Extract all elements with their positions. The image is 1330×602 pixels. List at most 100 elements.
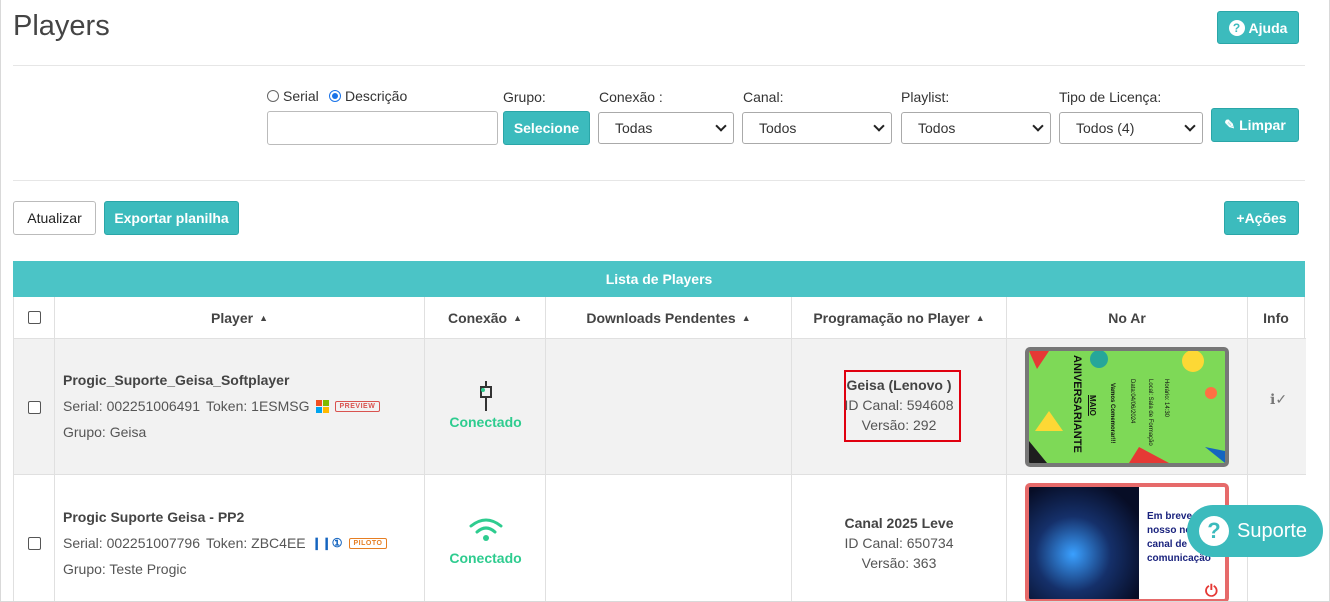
windows-icon bbox=[315, 399, 329, 413]
grupo-label: Grupo: bbox=[503, 89, 546, 105]
radio-descricao[interactable]: Descrição bbox=[329, 88, 407, 104]
thumb-line2: nosso no bbox=[1147, 525, 1192, 536]
question-icon: ? bbox=[1228, 19, 1245, 36]
table-row: Progic_Suporte_Geisa_Softplayer Serial: … bbox=[14, 338, 1306, 474]
piloto-badge: PILOTO bbox=[348, 537, 388, 549]
header-info-label: Info bbox=[1263, 309, 1289, 326]
thumb-line1: Vamos Comemorar!!! bbox=[1109, 383, 1115, 444]
programacao-cell: Geisa (Lenovo ) ID Canal: 594608 Versão:… bbox=[792, 339, 1007, 474]
radio-descricao-label: Descrição bbox=[345, 88, 408, 104]
thumb-line4: Horário: 14:30 bbox=[1163, 379, 1169, 418]
eraser-icon: ✎ bbox=[1224, 117, 1236, 132]
canal-value: Todos bbox=[759, 120, 797, 136]
thumb-title: ANIVERSARIANTE bbox=[1071, 355, 1083, 453]
licenca-value: Todos (4) bbox=[1076, 120, 1135, 136]
sort-icon: ▲︎ bbox=[513, 312, 523, 323]
divider bbox=[13, 65, 1305, 66]
sort-icon: ▲︎ bbox=[741, 312, 751, 323]
connection-cell: Conectado bbox=[425, 475, 546, 601]
chevron-down-icon bbox=[1032, 120, 1044, 132]
programacao-info: Geisa (Lenovo ) ID Canal: 594608 Versão:… bbox=[792, 375, 1006, 435]
connection-cell: Conectado bbox=[425, 339, 546, 474]
header-downloads-label: Downloads Pendentes bbox=[586, 309, 736, 326]
header-no-ar-label: No Ar bbox=[1108, 309, 1146, 326]
support-button[interactable]: ? Suporte bbox=[1187, 505, 1323, 557]
player-token: Token: ZBC4EE bbox=[206, 535, 306, 551]
thumb-line1: Em breve bbox=[1147, 511, 1193, 522]
header-player[interactable]: Player ▲︎ bbox=[55, 297, 425, 338]
radio-circle bbox=[267, 90, 279, 102]
chevron-down-icon bbox=[873, 120, 885, 132]
thumb-line2: Data:04/06/2024 bbox=[1129, 379, 1135, 424]
sort-icon: ▲︎ bbox=[259, 312, 268, 323]
player-name[interactable]: Progic Suporte Geisa - PP2 bbox=[63, 509, 244, 525]
table-row: Progic Suporte Geisa - PP2 Serial: 00225… bbox=[14, 474, 1306, 601]
birthday-flyer-art bbox=[1029, 351, 1225, 463]
row-checkbox-cell bbox=[14, 475, 55, 601]
programacao-info: Canal 2025 Leve ID Canal: 650734 Versão:… bbox=[792, 513, 1006, 573]
channel-name[interactable]: Canal 2025 Leve bbox=[845, 515, 954, 531]
actions-button[interactable]: +Ações bbox=[1224, 201, 1299, 235]
playlist-label: Playlist: bbox=[901, 89, 950, 105]
info-cell: ℹ✓ bbox=[1248, 339, 1304, 474]
downloads-cell bbox=[546, 475, 792, 601]
player-serial: Serial: 002251006491 bbox=[63, 398, 201, 414]
downloads-cell bbox=[546, 339, 792, 474]
radio-serial[interactable]: Serial bbox=[267, 88, 319, 104]
conexao-select[interactable]: Todas bbox=[598, 112, 734, 144]
preview-badge: PREVIEW bbox=[334, 400, 381, 412]
player-group: Grupo: Geisa bbox=[63, 424, 147, 440]
radio-circle-selected bbox=[329, 90, 341, 102]
header-downloads[interactable]: Downloads Pendentes ▲︎ bbox=[546, 297, 792, 338]
page-title: Players bbox=[13, 10, 110, 42]
header-programacao-label: Programação no Player bbox=[813, 309, 970, 326]
clear-filters-button[interactable]: ✎ Limpar bbox=[1211, 108, 1299, 142]
sort-icon: ▲︎ bbox=[975, 312, 985, 323]
row-checkbox-cell bbox=[14, 339, 55, 474]
player-cell: Progic Suporte Geisa - PP2 Serial: 00225… bbox=[55, 475, 425, 601]
select-all-checkbox[interactable] bbox=[27, 311, 41, 324]
channel-id: ID Canal: 594608 bbox=[844, 397, 954, 413]
player-name[interactable]: Progic_Suporte_Geisa_Softplayer bbox=[63, 372, 289, 388]
table-caption: Lista de Players bbox=[13, 261, 1305, 297]
row-checkbox[interactable] bbox=[28, 537, 41, 550]
licenca-select[interactable]: Todos (4) bbox=[1059, 112, 1203, 144]
channel-version: Versão: 292 bbox=[861, 417, 937, 433]
connection-status: Conectado bbox=[449, 550, 522, 566]
channel-version: Versão: 363 bbox=[861, 555, 937, 571]
channel-id: ID Canal: 650734 bbox=[844, 535, 954, 551]
preview-thumbnail[interactable]: ANIVERSARIANTE MAIO Vamos Comemorar!!! D… bbox=[1025, 347, 1229, 467]
thumb-line3: Local: Sala de Formação bbox=[1147, 379, 1153, 446]
refresh-button[interactable]: Atualizar bbox=[13, 201, 96, 235]
header-info: Info bbox=[1248, 297, 1304, 338]
player-group: Grupo: Teste Progic bbox=[63, 561, 187, 577]
header-no-ar: No Ar bbox=[1007, 297, 1248, 338]
header-conexao[interactable]: Conexão ▲︎ bbox=[425, 297, 546, 338]
playlist-value: Todos bbox=[918, 120, 956, 136]
playlist-select[interactable]: Todos bbox=[901, 112, 1051, 144]
thumb-image bbox=[1029, 487, 1139, 599]
export-button[interactable]: Exportar planilha bbox=[104, 201, 239, 235]
player-serial: Serial: 002251007796 bbox=[63, 535, 201, 551]
grupo-select-button[interactable]: Selecione bbox=[503, 111, 590, 145]
help-button[interactable]: ? Ajuda bbox=[1217, 11, 1299, 44]
thumb-line3: canal de bbox=[1147, 539, 1188, 550]
header-select-all bbox=[14, 297, 55, 338]
canal-label: Canal: bbox=[743, 89, 784, 105]
canal-select[interactable]: Todos bbox=[742, 112, 892, 144]
no-ar-cell: ANIVERSARIANTE MAIO Vamos Comemorar!!! D… bbox=[1007, 339, 1248, 474]
info-check-icon[interactable]: ℹ✓ bbox=[1270, 391, 1287, 408]
clear-label: Limpar bbox=[1239, 117, 1286, 133]
header-programacao[interactable]: Programação no Player ▲︎ bbox=[792, 297, 1007, 338]
device-brand-icon: ❙❙① bbox=[311, 536, 343, 550]
support-label: Suporte bbox=[1237, 519, 1308, 542]
player-cell: Progic_Suporte_Geisa_Softplayer Serial: … bbox=[55, 339, 425, 474]
channel-name[interactable]: Geisa (Lenovo ) bbox=[846, 377, 951, 393]
ethernet-icon bbox=[480, 381, 492, 411]
chevron-down-icon bbox=[1184, 120, 1196, 132]
question-icon: ? bbox=[1199, 516, 1229, 546]
row-checkbox[interactable] bbox=[28, 401, 41, 414]
connection-status: Conectado bbox=[449, 414, 522, 430]
search-input[interactable] bbox=[267, 111, 498, 145]
thumb-subtitle: MAIO bbox=[1088, 395, 1097, 416]
